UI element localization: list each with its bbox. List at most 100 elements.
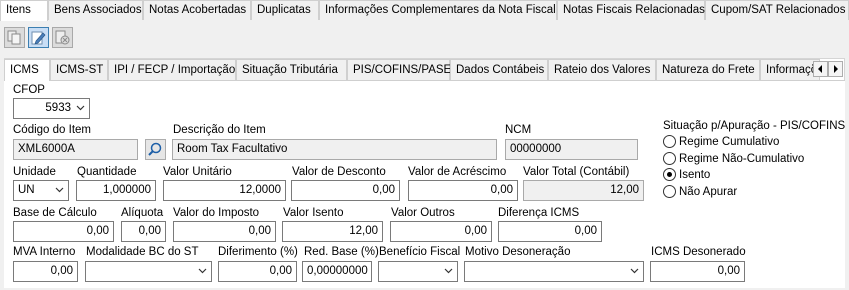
motivo-desoneracao-label: Motivo Desoneração: [465, 246, 571, 258]
tab-dados-contabeis[interactable]: Dados Contábeis: [450, 59, 548, 80]
valor-unitario-field[interactable]: 12,0000: [163, 180, 286, 201]
diferenca-icms-label: Diferença ICMS: [498, 207, 580, 219]
chevron-down-icon: [198, 268, 207, 274]
valor-outros-label: Valor Outros: [391, 207, 455, 219]
tab-label: Rateio dos Valores: [554, 64, 651, 76]
beneficio-fiscal-label: Benefício Fiscal: [379, 246, 461, 258]
modalidade-bc-label: Modalidade BC do ST: [86, 246, 199, 258]
valor-imposto-field[interactable]: 0,00: [173, 221, 276, 242]
valor-desconto-label: Valor de Desconto: [292, 166, 386, 178]
ncm-field[interactable]: 00000000: [505, 139, 638, 160]
radio-label: Não Apurar: [679, 186, 738, 198]
modalidade-bc-select[interactable]: [85, 261, 212, 282]
aliquota-label: Alíquota: [121, 207, 164, 219]
chevron-down-icon: [55, 187, 64, 193]
icms-desonerado-field[interactable]: 0,00: [650, 261, 745, 282]
valor-acrescimo-label: Valor de Acréscimo: [408, 166, 507, 178]
quantidade-field[interactable]: 1,000000: [76, 180, 156, 201]
ncm-label: NCM: [505, 124, 532, 136]
red-base-label: Red. Base (%): [304, 246, 379, 258]
edit-icon: [31, 31, 46, 45]
tab-label: Natureza do Frete: [662, 64, 755, 76]
radio-label: Regime Não-Cumulativo: [679, 153, 805, 165]
tab-label: IPI / FECP / Importação: [114, 64, 236, 76]
red-base-field[interactable]: 0,00000000: [302, 261, 372, 282]
base-calculo-field[interactable]: 0,00: [13, 221, 114, 242]
arrow-left-icon: [818, 65, 822, 73]
tab-informacoes[interactable]: Informações: [760, 59, 820, 80]
mva-interno-field[interactable]: 0,00: [13, 261, 78, 282]
tab-icms-st[interactable]: ICMS-ST: [50, 59, 108, 80]
chevron-down-icon: [444, 268, 453, 274]
mva-interno-label: MVA Interno: [13, 246, 76, 258]
copy-icon: [7, 30, 21, 45]
tab-label: Notas Fiscais Relacionadas: [563, 4, 705, 16]
tab-pis-cofins[interactable]: PIS/COFINS/PASEP: [347, 59, 459, 80]
valor-unitario-label: Valor Unitário: [163, 166, 232, 178]
tab-label: ICMS: [10, 64, 39, 76]
valor-acrescimo-field[interactable]: 0,00: [408, 180, 518, 201]
diferenca-icms-field[interactable]: 0,00: [498, 221, 602, 242]
edit-button[interactable]: [28, 27, 49, 48]
unidade-label: Unidade: [13, 166, 56, 178]
tab-label: Informações: [766, 64, 819, 76]
tab-bens-associados[interactable]: Bens Associados: [48, 0, 143, 20]
tab-situacao-tributaria[interactable]: Situação Tributária: [236, 59, 347, 80]
top-tab-bar: Itens Bens Associados Notas Acobertadas …: [0, 0, 849, 21]
tab-duplicatas[interactable]: Duplicatas: [251, 0, 319, 20]
chevron-down-icon: [76, 105, 85, 111]
tab-ipi-fecp[interactable]: IPI / FECP / Importação: [108, 59, 236, 80]
descricao-item-label: Descrição do Item: [173, 124, 266, 136]
cfop-label: CFOP: [13, 84, 45, 96]
codigo-item-field[interactable]: XML6000A: [13, 139, 138, 160]
cfop-value: 5933: [45, 102, 71, 114]
valor-total-field[interactable]: 12,00: [523, 180, 644, 201]
tab-label: Cupom/SAT Relacionados: [711, 4, 846, 16]
tab-notas-fiscais-relacionadas[interactable]: Notas Fiscais Relacionadas: [557, 0, 705, 20]
radio-label: Regime Cumulativo: [679, 136, 780, 148]
tab-label: Itens: [6, 4, 31, 16]
tab-informacoes-complementares[interactable]: Informações Complementares da Nota Fisca…: [319, 0, 557, 20]
tab-scroll-buttons: [813, 61, 843, 77]
tab-notas-acobertadas[interactable]: Notas Acobertadas: [143, 0, 251, 20]
tab-rateio-valores[interactable]: Rateio dos Valores: [548, 59, 656, 80]
tab-label: Situação Tributária: [242, 64, 338, 76]
delete-icon: [55, 30, 70, 45]
tab-label: Duplicatas: [257, 4, 311, 16]
copy-button[interactable]: [4, 27, 25, 48]
delete-button[interactable]: [52, 27, 73, 48]
base-calculo-label: Base de Cálculo: [13, 207, 97, 219]
beneficio-fiscal-select[interactable]: [378, 261, 458, 282]
diferimento-label: Diferimento (%): [218, 246, 298, 258]
valor-isento-label: Valor Isento: [283, 207, 344, 219]
situacao-title: Situação p/Apuração - PIS/COFINS: [663, 120, 846, 132]
valor-imposto-label: Valor do Imposto: [173, 207, 260, 219]
tab-itens[interactable]: Itens: [0, 0, 48, 21]
valor-total-label: Valor Total (Contábil): [523, 166, 630, 178]
icms-desonerado-label: ICMS Desonerado: [651, 246, 746, 258]
aliquota-field[interactable]: 0,00: [121, 221, 166, 242]
tab-label: PIS/COFINS/PASEP: [353, 64, 459, 76]
tab-label: Informações Complementares da Nota Fisca…: [325, 4, 556, 16]
valor-outros-field[interactable]: 0,00: [390, 221, 492, 242]
search-item-button[interactable]: [145, 139, 166, 160]
unidade-select[interactable]: UN: [13, 180, 69, 201]
valor-desconto-field[interactable]: 0,00: [291, 180, 400, 201]
tab-label: ICMS-ST: [56, 64, 104, 76]
search-icon: [148, 142, 162, 156]
codigo-item-label: Código do Item: [13, 124, 91, 136]
unidade-value: UN: [18, 184, 35, 196]
chevron-down-icon: [630, 268, 639, 274]
tab-label: Dados Contábeis: [456, 64, 545, 76]
scroll-left-button[interactable]: [813, 61, 828, 77]
valor-isento-field[interactable]: 12,00: [282, 221, 383, 242]
motivo-desoneracao-select[interactable]: [464, 261, 644, 282]
tab-icms[interactable]: ICMS: [4, 59, 50, 81]
scroll-right-button[interactable]: [828, 61, 843, 77]
tab-cupom-sat[interactable]: Cupom/SAT Relacionados: [705, 0, 849, 20]
cfop-select[interactable]: 5933: [13, 98, 90, 119]
diferimento-field[interactable]: 0,00: [218, 261, 297, 282]
tab-label: Bens Associados: [54, 4, 142, 16]
descricao-item-field[interactable]: Room Tax Facultativo: [172, 139, 497, 160]
tab-natureza-frete[interactable]: Natureza do Frete: [656, 59, 760, 80]
